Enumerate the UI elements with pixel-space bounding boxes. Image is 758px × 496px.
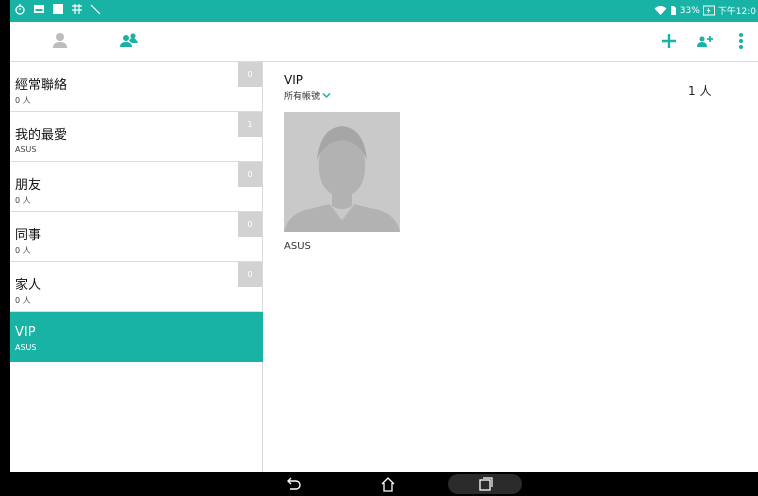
group-subtitle: 0 人: [15, 196, 31, 205]
group-item-vip[interactable]: VIP ASUS: [10, 312, 263, 362]
timer-icon: [15, 4, 25, 15]
account-filter-label: 所有帳號: [284, 92, 321, 102]
contacts-tab[interactable]: [49, 30, 71, 52]
group-title: VIP: [284, 73, 303, 87]
add-group-icon: [697, 36, 713, 47]
person-icon: [53, 33, 67, 48]
status-right: 33% 下午12:0: [654, 4, 756, 17]
group-subtitle: ASUS: [15, 343, 37, 352]
groups-tab[interactable]: [118, 30, 140, 52]
signal-icon: [90, 4, 101, 15]
home-button[interactable]: [378, 474, 398, 494]
group-item-favorites[interactable]: 我的最愛 ASUS 1: [10, 112, 263, 162]
contacts-app: 經常聯絡 0 人 0 我的最愛 ASUS 1 朋友 0 人 0 同事 0 人 0…: [10, 22, 758, 472]
group-count-badge: 0: [238, 162, 262, 187]
group-name: 經常聯絡: [15, 78, 68, 93]
more-icon: [739, 33, 743, 49]
contact-name: ASUS: [284, 241, 311, 252]
group-count-badge: 0: [238, 262, 262, 287]
square-icon: [53, 4, 63, 14]
group-subtitle: 0 人: [15, 246, 31, 255]
home-icon: [381, 477, 395, 492]
group-item-family[interactable]: 家人 0 人 0: [10, 262, 263, 312]
more-options-button[interactable]: [730, 30, 752, 52]
group-count-badge: 0: [238, 212, 262, 237]
navigation-bar: [0, 472, 758, 496]
group-subtitle: 0 人: [15, 96, 31, 105]
avatar-placeholder-icon: [284, 112, 400, 232]
toolbar-actions: [658, 30, 752, 52]
member-count: 1 人: [688, 84, 712, 98]
status-bar: 33% 下午12:0: [10, 0, 758, 22]
group-count-badge: 1: [238, 112, 262, 137]
group-icon: [120, 33, 138, 47]
group-item-frequent[interactable]: 經常聯絡 0 人 0: [10, 62, 263, 112]
group-item-friends[interactable]: 朋友 0 人 0: [10, 162, 263, 212]
group-detail: VIP 所有帳號 1 人 ASUS: [263, 62, 758, 472]
sim-icon: [670, 6, 676, 15]
account-filter-dropdown[interactable]: 所有帳號: [284, 89, 331, 102]
group-name: VIP: [15, 325, 36, 340]
image-icon: [34, 5, 44, 13]
status-left-icons: [14, 3, 102, 15]
recent-apps-icon: [479, 477, 493, 491]
recent-apps-button[interactable]: [448, 474, 522, 494]
wifi-icon: [654, 6, 667, 15]
group-subtitle: ASUS: [15, 145, 37, 154]
back-icon: [287, 477, 301, 490]
contact-photo[interactable]: [284, 112, 400, 232]
group-item-coworkers[interactable]: 同事 0 人 0: [10, 212, 263, 262]
group-name: 我的最愛: [15, 128, 68, 143]
group-list: 經常聯絡 0 人 0 我的最愛 ASUS 1 朋友 0 人 0 同事 0 人 0…: [10, 62, 263, 472]
back-button[interactable]: [283, 474, 303, 494]
chevron-down-icon: [322, 92, 331, 99]
clock: 下午12:0: [717, 7, 756, 17]
group-name: 家人: [15, 278, 42, 293]
add-contact-button[interactable]: [658, 30, 680, 52]
grid-icon: [72, 4, 82, 14]
toolbar: [10, 22, 758, 62]
add-icon: [662, 34, 676, 48]
group-subtitle: 0 人: [15, 296, 31, 305]
group-name: 同事: [15, 228, 42, 243]
battery-charging-icon: [702, 5, 715, 16]
battery-percent: 33%: [679, 5, 700, 16]
group-name: 朋友: [15, 178, 42, 193]
add-group-button[interactable]: [694, 30, 716, 52]
group-count-badge: 0: [238, 62, 262, 87]
